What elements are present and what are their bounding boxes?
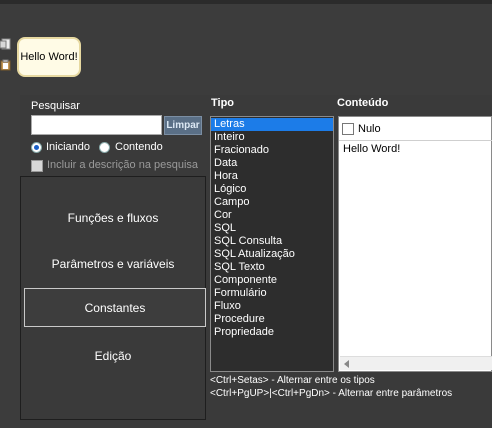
hint-parameters: <Ctrl+PgUP>|<Ctrl+PgDn> - Alternar entre… <box>210 388 453 399</box>
radio-starting-label: Iniciando <box>46 141 91 153</box>
type-item[interactable]: Inteiro <box>211 131 333 144</box>
type-item[interactable]: Fluxo <box>211 300 333 313</box>
horizontal-scrollbar[interactable] <box>340 356 492 370</box>
node-label: Hello Word! <box>20 51 78 63</box>
top-bar <box>0 0 492 4</box>
menu-item-edition[interactable]: Edição <box>21 337 205 375</box>
menu-item-parameters[interactable]: Parâmetros e variáveis <box>21 245 205 283</box>
clipboard-icon[interactable] <box>0 59 12 71</box>
type-item[interactable]: Procedure <box>211 313 333 326</box>
type-item[interactable]: Hora <box>211 170 333 183</box>
type-list[interactable]: Letras Inteiro Fracionado Data Hora Lógi… <box>210 116 334 372</box>
divider <box>339 140 492 141</box>
radio-containing-label: Contendo <box>115 141 163 153</box>
type-item[interactable]: SQL Consulta <box>211 235 333 248</box>
type-item[interactable]: Lógico <box>211 183 333 196</box>
scroll-left-icon[interactable] <box>344 360 349 368</box>
type-header: Tipo <box>211 97 235 109</box>
clear-button[interactable]: Limpar <box>164 116 202 135</box>
type-item[interactable]: Letras <box>211 118 333 131</box>
category-menu: Funções e fluxos Parâmetros e variáveis … <box>20 176 206 420</box>
menu-item-constants[interactable]: Constantes <box>24 288 206 327</box>
type-item[interactable]: SQL Atualização <box>211 248 333 261</box>
document-icon[interactable] <box>0 38 12 50</box>
null-checkbox[interactable] <box>342 123 354 135</box>
type-item[interactable]: Cor <box>211 209 333 222</box>
radio-starting[interactable] <box>31 142 42 153</box>
null-label: Nulo <box>358 123 381 135</box>
type-item[interactable]: Formulário <box>211 287 333 300</box>
type-item[interactable]: Fracionado <box>211 144 333 157</box>
left-toolbar <box>0 38 14 80</box>
type-item[interactable]: Propriedade <box>211 326 333 339</box>
type-item[interactable]: Campo <box>211 196 333 209</box>
flow-node[interactable]: Hello Word! <box>17 37 81 77</box>
hint-types: <Ctrl+Setas> - Alternar entre os tipos <box>210 375 375 386</box>
content-header: Conteúdo <box>337 97 389 109</box>
content-text[interactable]: Hello Word! <box>343 143 400 155</box>
type-item[interactable]: Componente <box>211 274 333 287</box>
type-item[interactable]: SQL <box>211 222 333 235</box>
menu-item-functions[interactable]: Funções e fluxos <box>21 199 205 237</box>
include-description-checkbox[interactable] <box>31 160 43 172</box>
radio-containing[interactable] <box>99 142 110 153</box>
type-item[interactable]: SQL Texto <box>211 261 333 274</box>
content-panel: Nulo Hello Word! <box>338 116 492 372</box>
search-label: Pesquisar <box>31 100 80 112</box>
search-input[interactable] <box>31 115 162 135</box>
include-description-label: Incluir a descrição na pesquisa <box>47 159 199 171</box>
type-item[interactable]: Data <box>211 157 333 170</box>
